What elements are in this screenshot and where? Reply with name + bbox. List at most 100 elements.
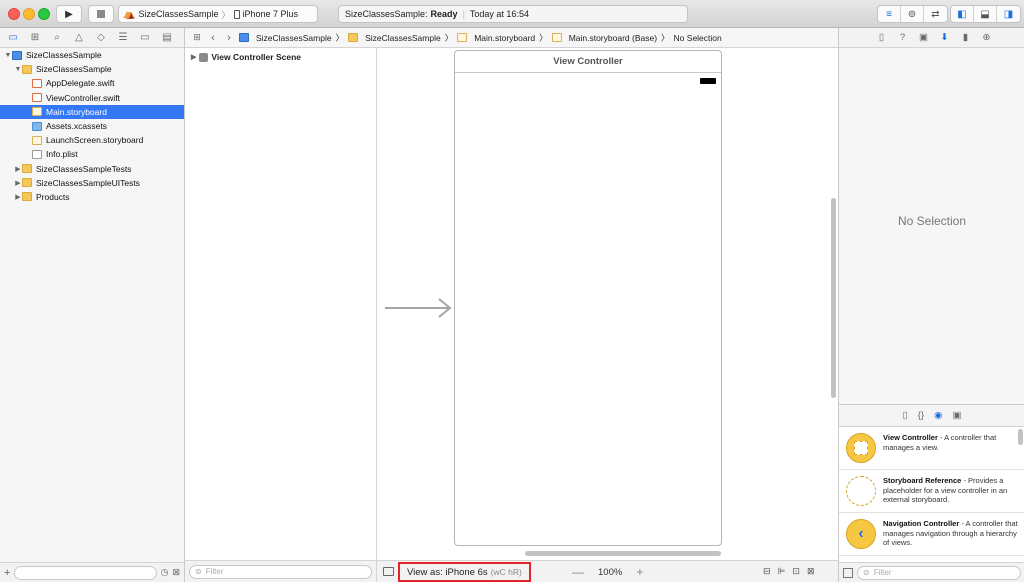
tree-row-appdelegate[interactable]: AppDelegate.swift bbox=[0, 76, 184, 90]
version-editor-icon[interactable]: ⇄ bbox=[924, 6, 947, 22]
battery-icon bbox=[700, 78, 716, 84]
library-item-view-controller[interactable]: View Controller - A controller that mana… bbox=[839, 427, 1024, 470]
close-window-button[interactable] bbox=[8, 8, 20, 20]
tree-row-assets[interactable]: Assets.xcassets bbox=[0, 119, 184, 133]
toggle-outline-icon[interactable] bbox=[383, 567, 394, 576]
breakpoint-icon[interactable]: ▭ bbox=[138, 32, 152, 43]
disclosure-triangle-icon[interactable]: ▶ bbox=[14, 193, 22, 201]
breadcrumb-group[interactable]: SizeClassesSample bbox=[348, 33, 441, 43]
tree-row-uitests[interactable]: ▶ SizeClassesSampleUITests bbox=[0, 176, 184, 190]
project-icon bbox=[12, 50, 22, 60]
view-toggle-segment: ◧ ⬓ ◨ bbox=[950, 5, 1021, 23]
navigator-tabs: ▭ ⊞ ⌕ △ ◇ ☰ ▭ ▤ bbox=[0, 28, 184, 48]
quick-help-icon[interactable]: ? bbox=[896, 32, 909, 43]
back-arrow-icon[interactable]: ‹ bbox=[207, 32, 219, 44]
storyboard-icon bbox=[551, 33, 562, 42]
storyboard-icon bbox=[457, 33, 468, 42]
file-tree: ▼ SizeClassesSample ▼ SizeClassesSample … bbox=[0, 48, 184, 204]
search-icon[interactable]: ⌕ bbox=[50, 32, 64, 43]
plist-icon bbox=[32, 149, 42, 159]
outline-scene-row[interactable]: ▶ View Controller Scene bbox=[185, 48, 376, 66]
vertical-scrollbar[interactable] bbox=[831, 198, 836, 398]
size-class-traits: (wC hR) bbox=[490, 567, 522, 577]
library-item-navigation-controller[interactable]: ‹ Navigation Controller - A controller t… bbox=[839, 513, 1024, 556]
storyboard-canvas[interactable]: View Controller bbox=[377, 48, 838, 560]
symbol-navigator-icon[interactable]: ⊞ bbox=[28, 32, 42, 43]
attributes-inspector-icon[interactable]: ⬇ bbox=[938, 32, 951, 43]
breadcrumb-localization[interactable]: Main.storyboard (Base) bbox=[551, 33, 657, 43]
zoom-out-icon[interactable]: — bbox=[572, 565, 584, 579]
storyboard-icon bbox=[32, 107, 42, 117]
tree-row-infoplist[interactable]: Info.plist bbox=[0, 147, 184, 161]
view-controller-scene[interactable]: View Controller bbox=[454, 50, 722, 546]
identity-inspector-icon[interactable]: ▣ bbox=[917, 32, 930, 43]
run-button[interactable]: ▶ bbox=[56, 5, 82, 23]
debug-icon[interactable]: ☰ bbox=[116, 32, 130, 43]
issue-icon[interactable]: △ bbox=[72, 32, 86, 43]
related-items-icon[interactable]: ⊞ bbox=[191, 32, 203, 43]
view-controller-title[interactable]: View Controller bbox=[455, 51, 721, 73]
disclosure-triangle-icon[interactable]: ▶ bbox=[14, 165, 22, 173]
standard-editor-icon[interactable]: ≡ bbox=[878, 6, 901, 22]
file-template-icon[interactable]: ▯ bbox=[903, 410, 908, 421]
connections-inspector-icon[interactable]: ⊕ bbox=[980, 32, 993, 43]
report-icon[interactable]: ▤ bbox=[160, 32, 174, 43]
navigator-filter-input[interactable] bbox=[14, 565, 157, 580]
resolve-issues-icon[interactable]: ⊠ bbox=[807, 566, 815, 577]
breadcrumb-selection[interactable]: No Selection bbox=[674, 33, 722, 43]
tree-row-viewcontroller[interactable]: ViewController.swift bbox=[0, 91, 184, 105]
zoom-in-icon[interactable]: + bbox=[636, 565, 643, 579]
disclosure-triangle-icon[interactable]: ▼ bbox=[4, 52, 12, 59]
pin-icon[interactable]: ⊡ bbox=[792, 566, 800, 577]
toggle-debug-icon[interactable]: ⬓ bbox=[974, 6, 997, 22]
view-as-button[interactable]: View as: iPhone 6s (wC hR) bbox=[398, 562, 531, 582]
tree-row-products[interactable]: ▶ Products bbox=[0, 190, 184, 204]
stop-button[interactable] bbox=[88, 5, 114, 23]
toggle-navigator-icon[interactable]: ◧ bbox=[951, 6, 974, 22]
folder-icon[interactable]: ▭ bbox=[6, 32, 20, 43]
object-library-icon[interactable]: ◉ bbox=[934, 410, 942, 421]
media-library-icon[interactable]: ▣ bbox=[952, 410, 961, 421]
horizontal-scrollbar[interactable] bbox=[525, 551, 721, 556]
align-icon[interactable]: ⊫ bbox=[778, 566, 786, 577]
minimize-window-button[interactable] bbox=[23, 8, 35, 20]
filter-modified-icon[interactable]: ⊠ bbox=[172, 567, 180, 578]
tree-row-group[interactable]: ▼ SizeClassesSample bbox=[0, 62, 184, 76]
outline-filter-input[interactable]: ⊜ Filter bbox=[189, 564, 372, 579]
assistant-editor-icon[interactable]: ⊚ bbox=[901, 6, 924, 22]
storyboard-reference-icon bbox=[846, 476, 876, 506]
project-icon bbox=[239, 33, 249, 42]
filter-icon: ⊜ bbox=[863, 568, 870, 577]
tree-row-tests[interactable]: ▶ SizeClassesSampleTests bbox=[0, 162, 184, 176]
scheme-selector[interactable]: ⛺ SizeClassesSample 〉 iPhone 7 Plus bbox=[118, 5, 318, 23]
disclosure-triangle-icon[interactable]: ▶ bbox=[191, 53, 196, 61]
disclosure-triangle-icon[interactable]: ▼ bbox=[14, 66, 22, 73]
view-as-label: View as: iPhone 6s bbox=[407, 566, 488, 578]
grid-view-icon[interactable] bbox=[843, 567, 853, 578]
forward-arrow-icon[interactable]: › bbox=[223, 32, 235, 44]
initial-vc-arrow-icon bbox=[385, 298, 452, 318]
file-inspector-icon[interactable]: ▯ bbox=[875, 32, 888, 43]
add-file-icon[interactable]: + bbox=[4, 567, 10, 579]
size-inspector-icon[interactable]: ▮ bbox=[959, 32, 972, 43]
library-tabs: ▯ {} ◉ ▣ bbox=[839, 405, 1024, 427]
outline-filter-bar: ⊜ Filter bbox=[185, 560, 377, 582]
tree-row-launchscreen[interactable]: LaunchScreen.storyboard bbox=[0, 133, 184, 147]
status-time: Today at 16:54 bbox=[469, 9, 529, 19]
code-snippet-icon[interactable]: {} bbox=[918, 410, 924, 421]
library-scrollbar[interactable] bbox=[1018, 429, 1023, 445]
library-filter-input[interactable]: ⊜ Filter bbox=[857, 565, 1021, 580]
tree-row-project[interactable]: ▼ SizeClassesSample bbox=[0, 48, 184, 62]
library-item-storyboard-reference[interactable]: Storyboard Reference - Provides a placeh… bbox=[839, 470, 1024, 513]
embed-stack-icon[interactable]: ⊟ bbox=[763, 566, 771, 577]
breadcrumb-file[interactable]: Main.storyboard bbox=[457, 33, 535, 43]
tree-row-main-storyboard[interactable]: Main.storyboard bbox=[0, 104, 184, 119]
toggle-utilities-icon[interactable]: ◨ bbox=[997, 6, 1020, 22]
zoom-window-button[interactable] bbox=[38, 8, 50, 20]
stop-icon bbox=[97, 10, 105, 18]
recent-files-icon[interactable]: ◷ bbox=[161, 567, 169, 578]
activity-status: SizeClassesSample: Ready | Today at 16:5… bbox=[338, 5, 688, 23]
disclosure-triangle-icon[interactable]: ▶ bbox=[14, 179, 22, 187]
test-icon[interactable]: ◇ bbox=[94, 32, 108, 43]
breadcrumb-project[interactable]: SizeClassesSample bbox=[239, 33, 332, 43]
